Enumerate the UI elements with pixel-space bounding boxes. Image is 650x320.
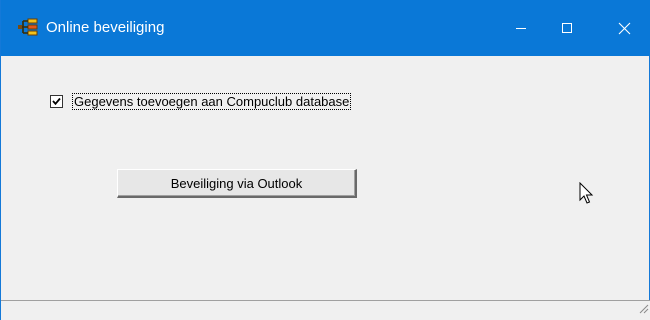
add-to-database-label[interactable]: Gegevens toevoegen aan Compuclub databas…	[72, 92, 352, 110]
window-title: Online beveiliging	[46, 19, 165, 36]
close-button[interactable]	[601, 0, 647, 56]
mouse-pointer-icon	[579, 181, 595, 211]
security-via-outlook-button[interactable]: Beveiliging via Outlook	[117, 169, 357, 198]
window-client-area: Gegevens toevoegen aan Compuclub databas…	[1, 56, 650, 320]
window-bottom-strip	[1, 301, 650, 320]
checkmark-icon	[52, 97, 61, 105]
title-bar[interactable]: Online beveiliging	[1, 0, 650, 56]
add-to-database-checkbox[interactable]	[50, 94, 63, 108]
resize-grip-icon[interactable]	[637, 301, 649, 319]
minimize-icon	[515, 22, 527, 34]
maximize-icon	[561, 22, 573, 34]
minimize-button[interactable]	[498, 0, 544, 56]
close-icon	[618, 22, 631, 35]
maximize-button[interactable]	[544, 0, 590, 56]
add-to-database-option[interactable]: Gegevens toevoegen aan Compuclub databas…	[50, 92, 352, 110]
app-tree-icon[interactable]	[18, 18, 38, 36]
app-window: Online beveiliging Gegevens toevoegen aa…	[0, 0, 650, 320]
